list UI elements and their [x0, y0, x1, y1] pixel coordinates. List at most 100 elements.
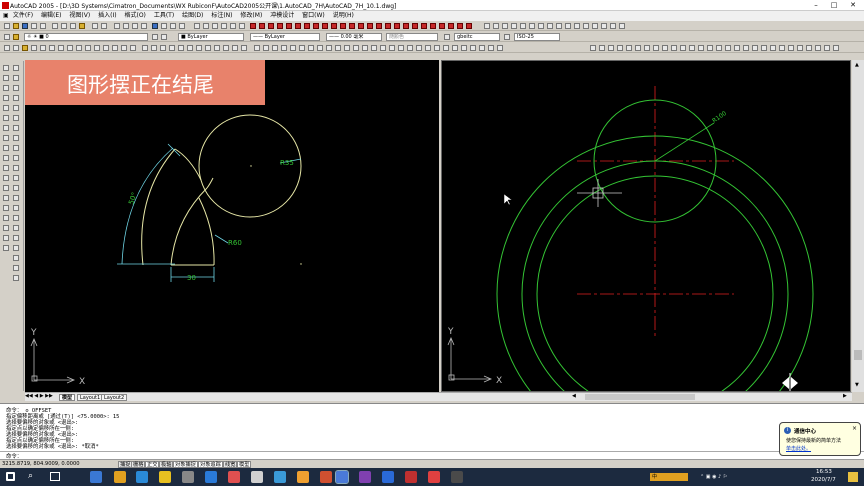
modify-icon-11[interactable] — [344, 45, 350, 51]
modify-icon-3[interactable] — [272, 45, 278, 51]
taskbar-app-5-icon[interactable] — [182, 471, 194, 483]
ext-tool-icon-24[interactable] — [797, 45, 803, 51]
taskbar-app-10-icon[interactable] — [297, 471, 309, 483]
dim-angular-icon[interactable] — [187, 45, 193, 51]
modify-extra-icon-6[interactable] — [13, 275, 19, 281]
die-tool-icon-15[interactable] — [376, 23, 382, 29]
grid-toggle[interactable]: 栅格 — [131, 461, 146, 468]
ext-tool-icon-4[interactable] — [617, 45, 623, 51]
modify-icon-16[interactable] — [389, 45, 395, 51]
ext-tool-icon-11[interactable] — [680, 45, 686, 51]
modify-extra-icon-2[interactable] — [13, 235, 19, 241]
ext-tool-icon-27[interactable] — [824, 45, 830, 51]
die-tool-icon-18[interactable] — [403, 23, 409, 29]
point-icon[interactable] — [3, 195, 9, 201]
taskbar-app-9-icon[interactable] — [274, 471, 286, 483]
taskbar-app-1-icon[interactable] — [90, 471, 102, 483]
ext-tool-icon-3[interactable] — [608, 45, 614, 51]
die-tool-icon-5[interactable] — [286, 23, 292, 29]
view-tool-icon-8[interactable] — [547, 23, 553, 29]
toolbar-icon-a[interactable] — [194, 23, 200, 29]
notification-link[interactable]: 单击此处。 — [786, 445, 811, 452]
multiline-text-icon[interactable] — [3, 235, 9, 241]
dimstyle-dropdown[interactable]: ISO-25 — [514, 33, 560, 41]
modify-icon-14[interactable] — [371, 45, 377, 51]
die-tool-icon-21[interactable] — [430, 23, 436, 29]
ext-tool-icon-21[interactable] — [770, 45, 776, 51]
menu-edit[interactable]: 编辑(E) — [38, 11, 64, 21]
design-center-icon[interactable] — [161, 23, 167, 29]
die-tool-icon-24[interactable] — [457, 23, 463, 29]
table-icon[interactable] — [3, 225, 9, 231]
modify-icon-8[interactable] — [317, 45, 323, 51]
word-icon[interactable] — [382, 471, 394, 483]
dim-baseline-icon[interactable] — [205, 45, 211, 51]
redo-icon[interactable] — [101, 23, 107, 29]
dim-aligned-icon[interactable] — [151, 45, 157, 51]
polar-toggle[interactable]: 极轴 — [159, 461, 174, 468]
view-tool-icon-2[interactable] — [493, 23, 499, 29]
task-view-icon[interactable] — [50, 472, 60, 481]
construction-line-icon[interactable] — [3, 75, 9, 81]
ext-tool-icon-1[interactable] — [590, 45, 596, 51]
windows-start-icon[interactable] — [6, 472, 15, 481]
modify-icon-4[interactable] — [281, 45, 287, 51]
break-point-icon[interactable] — [13, 175, 19, 181]
tab-layout2[interactable]: Layout2 — [101, 394, 128, 401]
ext-tool-icon-10[interactable] — [671, 45, 677, 51]
ext-tool-icon-20[interactable] — [761, 45, 767, 51]
ext-tool-icon-19[interactable] — [752, 45, 758, 51]
ext-tool-icon-15[interactable] — [716, 45, 722, 51]
modify-icon-18[interactable] — [407, 45, 413, 51]
view-tool-icon-10[interactable] — [565, 23, 571, 29]
cut-icon[interactable] — [52, 23, 58, 29]
offset-icon[interactable] — [13, 95, 19, 101]
dim-diameter-icon[interactable] — [178, 45, 184, 51]
zoom-window-icon[interactable] — [132, 23, 138, 29]
polyline-icon[interactable] — [3, 85, 9, 91]
modify-icon-12[interactable] — [353, 45, 359, 51]
snap-icon-7[interactable] — [58, 45, 64, 51]
ext-tool-icon-13[interactable] — [698, 45, 704, 51]
die-tool-icon-7[interactable] — [304, 23, 310, 29]
vertical-scrollbar[interactable]: ▲ ▼ — [852, 60, 864, 392]
modify-icon-23[interactable] — [452, 45, 458, 51]
menu-modify[interactable]: 修改(M) — [237, 11, 265, 21]
linetype-dropdown[interactable]: —— ByLayer — [250, 33, 320, 41]
dim-center-icon[interactable] — [241, 45, 247, 51]
taskbar-app-7-icon[interactable] — [228, 471, 240, 483]
make-current-layer-icon[interactable] — [152, 34, 158, 40]
ext-tool-icon-26[interactable] — [815, 45, 821, 51]
menu-window[interactable]: 窗口(W) — [299, 11, 328, 21]
menu-die-design[interactable]: 冲模设计 — [267, 11, 297, 21]
scroll-down-icon[interactable]: ▼ — [855, 382, 859, 388]
die-tool-icon-22[interactable] — [439, 23, 445, 29]
horizontal-scroll-thumb[interactable] — [585, 394, 695, 400]
maximize-button[interactable]: □ — [826, 0, 842, 11]
trim-icon[interactable] — [13, 155, 19, 161]
notification-center-icon[interactable] — [848, 472, 858, 482]
otrack-toggle[interactable]: 对象追踪 — [198, 461, 223, 468]
taskbar-app-6-icon[interactable] — [205, 471, 217, 483]
taskbar-app-15-icon[interactable] — [405, 471, 417, 483]
modify-icon-1[interactable] — [254, 45, 260, 51]
modify-extra-icon-5[interactable] — [13, 265, 19, 271]
break-icon[interactable] — [13, 185, 19, 191]
lineweight-dropdown[interactable]: —— 0.00 毫米 — [326, 33, 382, 41]
die-tool-icon-2[interactable] — [259, 23, 265, 29]
modify-extra-icon-4[interactable] — [13, 255, 19, 261]
tray-ime-toolbar[interactable]: 中 — [650, 473, 688, 481]
ext-tool-icon-23[interactable] — [788, 45, 794, 51]
menu-draw[interactable]: 绘图(D) — [179, 11, 206, 21]
ext-tool-icon-25[interactable] — [806, 45, 812, 51]
circle-icon[interactable] — [3, 125, 9, 131]
line-icon[interactable] — [3, 65, 9, 71]
snap-icon-9[interactable] — [76, 45, 82, 51]
scroll-right-icon[interactable]: ▶ — [843, 393, 847, 399]
dim-style-icon[interactable] — [504, 34, 510, 40]
stretch-icon[interactable] — [13, 145, 19, 151]
view-tool-icon-4[interactable] — [511, 23, 517, 29]
snap-icon-5[interactable] — [40, 45, 46, 51]
taskbar-app-17-icon[interactable] — [451, 471, 463, 483]
mirror-icon[interactable] — [13, 85, 19, 91]
